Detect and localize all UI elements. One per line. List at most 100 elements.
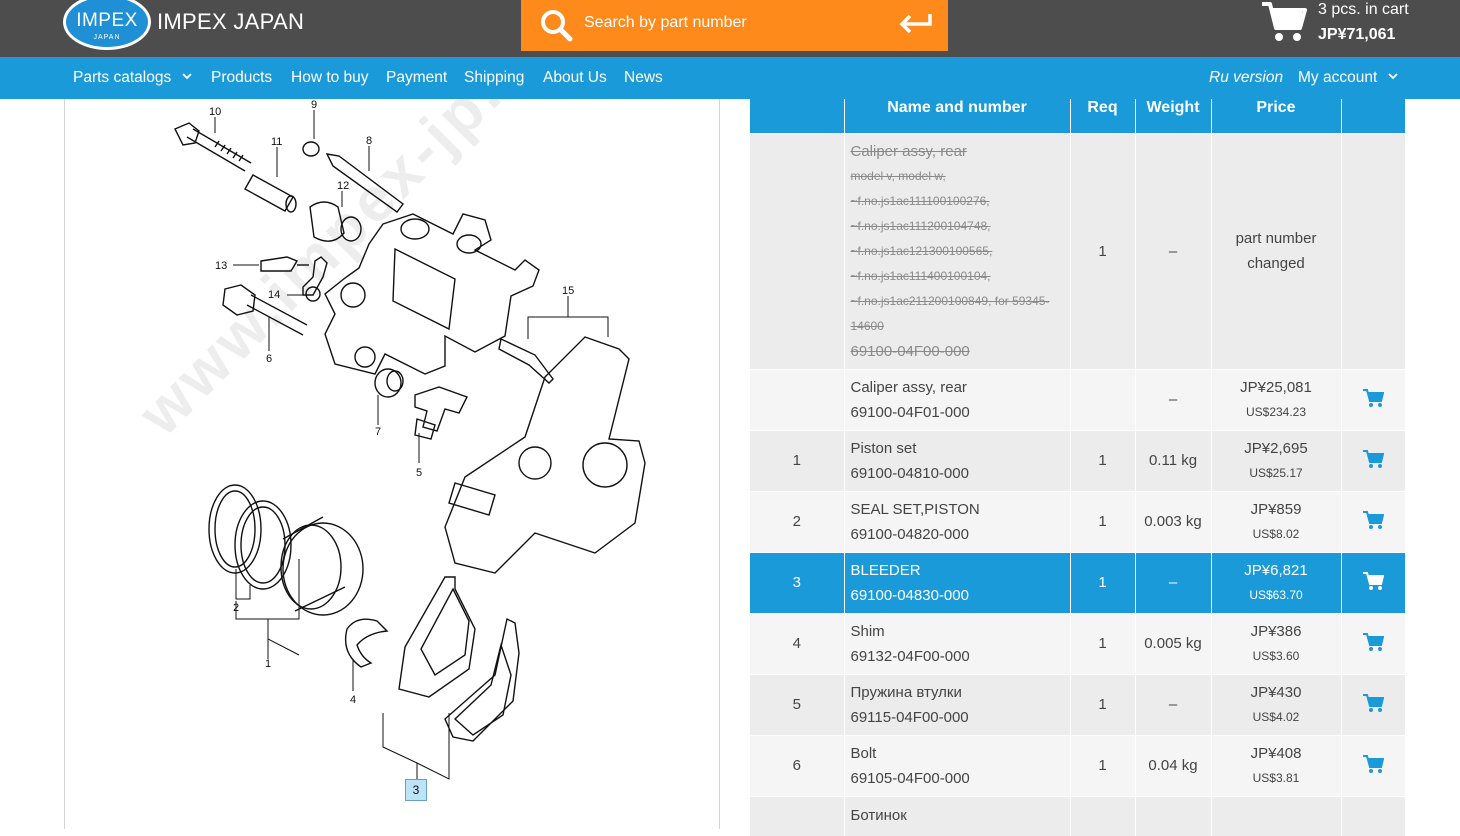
nav-parts-catalogs-label: Parts catalogs — [73, 69, 172, 86]
table-row-partial[interactable]: Ботинок — [750, 795, 1405, 836]
search-icon[interactable] — [539, 8, 573, 42]
add-to-cart-button[interactable] — [1340, 429, 1405, 491]
row-name: BLEEDER 69100-04830-000 — [843, 551, 1070, 613]
chevron-down-icon — [1387, 73, 1398, 80]
nav-shipping[interactable]: Shipping — [464, 69, 524, 87]
callout-5[interactable]: 5 — [416, 467, 422, 479]
part-name[interactable]: Ботинок — [851, 803, 1070, 828]
add-to-cart-button[interactable] — [1340, 551, 1405, 613]
obsolete-note: ~f.no.js1ac121300100565, — [850, 243, 993, 258]
table-row[interactable]: 2 SEAL SET,PISTON 69100-04820-000 1 0.00… — [750, 490, 1405, 552]
table-row-selected[interactable]: 3 BLEEDER 69100-04830-000 1 – JP¥6,821 U… — [750, 551, 1405, 613]
row-weight: 0.11 kg — [1134, 429, 1211, 491]
add-to-cart-button[interactable] — [1340, 734, 1405, 796]
row-name: Caliper assy, rear model v, model w, ~f.… — [843, 132, 1070, 369]
cart-widget[interactable]: 3 pcs. in cart JP¥71,061 — [1260, 0, 1460, 57]
price-usd: US$234.23 — [1245, 404, 1307, 419]
row-req: 1 — [1069, 132, 1135, 369]
logo-sub-text: JAPAN — [93, 34, 121, 41]
part-name[interactable]: BLEEDER — [851, 558, 1070, 583]
table-header: Name and number Req Weight Price — [750, 99, 1405, 133]
add-to-cart-icon[interactable] — [1362, 510, 1385, 530]
callout-10[interactable]: 10 — [209, 106, 221, 118]
add-to-cart-button[interactable] — [1340, 490, 1405, 552]
table-row[interactable]: 6 Bolt 69105-04F00-000 1 0.04 kg JP¥408 … — [750, 734, 1405, 796]
exploded-view-drawing: 10 9 11 8 12 13 14 6 15 7 5 2 1 4 — [174, 99, 646, 780]
callout-11[interactable]: 11 — [271, 136, 282, 148]
nav-products[interactable]: Products — [211, 69, 272, 87]
brand-name[interactable]: IMPEX JAPAN — [157, 9, 304, 35]
search-input[interactable]: Search by part number — [584, 14, 747, 32]
add-to-cart-icon[interactable] — [1362, 388, 1385, 408]
obsolete-note: model v, model w, — [850, 168, 946, 183]
part-name[interactable]: Bolt — [851, 741, 1070, 766]
part-number[interactable]: 69100-04820-000 — [851, 522, 1070, 547]
row-req: 1 — [1069, 490, 1135, 552]
enter-arrow-icon[interactable] — [897, 10, 933, 38]
nav-payment[interactable]: Payment — [386, 69, 447, 87]
nav-ru-version[interactable]: Ru version — [1209, 69, 1283, 87]
nav-my-account[interactable]: My account — [1298, 69, 1398, 87]
table-row[interactable]: 4 Shim 69132-04F00-000 1 0.005 kg JP¥386… — [750, 612, 1405, 674]
parts-diagram[interactable]: www.impex-jp.com 10 9 11 8 12 13 14 6 15… — [64, 99, 720, 829]
part-name[interactable]: SEAL SET,PISTON — [851, 497, 1070, 522]
callout-4[interactable]: 4 — [350, 694, 356, 706]
table-row[interactable]: 5 Пружина втулки 69115-04F00-000 1 – JP¥… — [750, 673, 1405, 735]
obsolete-note: ~f.no.js1ac111100100276, — [850, 193, 990, 208]
callout-12[interactable]: 12 — [337, 180, 349, 192]
add-to-cart-button[interactable] — [1340, 612, 1405, 674]
part-number[interactable]: 69100-04810-000 — [851, 461, 1070, 486]
nav-about-us[interactable]: About Us — [543, 69, 607, 87]
callout-2[interactable]: 2 — [233, 602, 239, 614]
callout-6[interactable]: 6 — [266, 353, 272, 365]
add-to-cart-icon[interactable] — [1362, 632, 1385, 652]
callout-3-highlighted[interactable]: 3 — [405, 779, 427, 801]
table-row[interactable]: 1 Piston set 69100-04810-000 1 0.11 kg J… — [750, 429, 1405, 491]
price-jpy: JP¥6,821 — [1244, 561, 1308, 579]
cart-total: JP¥71,061 — [1318, 26, 1396, 43]
row-req: 1 — [1069, 551, 1135, 613]
nav-how-to-buy[interactable]: How to buy — [291, 69, 369, 87]
row-req: 1 — [1069, 734, 1135, 796]
part-name[interactable]: Пружина втулки — [851, 680, 1070, 705]
part-number[interactable]: 69100-04830-000 — [851, 583, 1070, 608]
row-number: 3 — [750, 551, 844, 613]
part-name[interactable]: Caliper assy, rear — [851, 375, 1070, 400]
callout-15[interactable]: 15 — [562, 285, 574, 297]
cart-count: 3 pcs. in cart — [1318, 1, 1409, 18]
cart-icon[interactable] — [1260, 0, 1308, 44]
add-to-cart-icon[interactable] — [1362, 693, 1385, 713]
row-number — [750, 795, 844, 836]
add-to-cart-icon[interactable] — [1362, 754, 1385, 774]
nav-parts-catalogs[interactable]: Parts catalogs — [73, 69, 192, 87]
callout-8[interactable]: 8 — [366, 135, 372, 147]
table-row[interactable]: Caliper assy, rear 69100-04F01-000 – JP¥… — [750, 368, 1405, 430]
price-usd: US$63.70 — [1249, 587, 1303, 602]
part-name[interactable]: Piston set — [851, 436, 1070, 461]
callout-14[interactable]: 14 — [268, 289, 280, 301]
nav-news[interactable]: News — [624, 69, 663, 87]
table-row-obsolete[interactable]: Caliper assy, rear model v, model w, ~f.… — [750, 132, 1405, 369]
price-usd: US$25.17 — [1249, 465, 1303, 480]
header-price: Price — [1210, 99, 1341, 133]
header-cart — [1340, 99, 1405, 133]
callout-7[interactable]: 7 — [375, 426, 381, 438]
row-name: SEAL SET,PISTON 69100-04820-000 — [843, 490, 1070, 552]
logo[interactable]: IMPEX JAPAN — [63, 0, 151, 50]
part-number[interactable]: 69115-04F00-000 — [851, 705, 1070, 730]
callout-13[interactable]: 13 — [215, 260, 227, 272]
search-bar[interactable]: Search by part number — [521, 0, 948, 51]
row-number: 2 — [750, 490, 844, 552]
callout-9[interactable]: 9 — [311, 99, 317, 111]
part-number[interactable]: 69105-04F00-000 — [851, 766, 1070, 791]
add-to-cart-icon[interactable] — [1362, 449, 1385, 469]
add-to-cart-button[interactable] — [1340, 368, 1405, 430]
row-name: Bolt 69105-04F00-000 — [843, 734, 1070, 796]
add-to-cart-icon[interactable] — [1362, 571, 1385, 591]
callout-1[interactable]: 1 — [265, 658, 271, 670]
part-number[interactable]: 69100-04F01-000 — [851, 400, 1070, 425]
add-to-cart-button[interactable] — [1340, 673, 1405, 735]
header-req: Req — [1069, 99, 1135, 133]
part-number[interactable]: 69132-04F00-000 — [851, 644, 1070, 669]
part-name[interactable]: Shim — [851, 619, 1070, 644]
